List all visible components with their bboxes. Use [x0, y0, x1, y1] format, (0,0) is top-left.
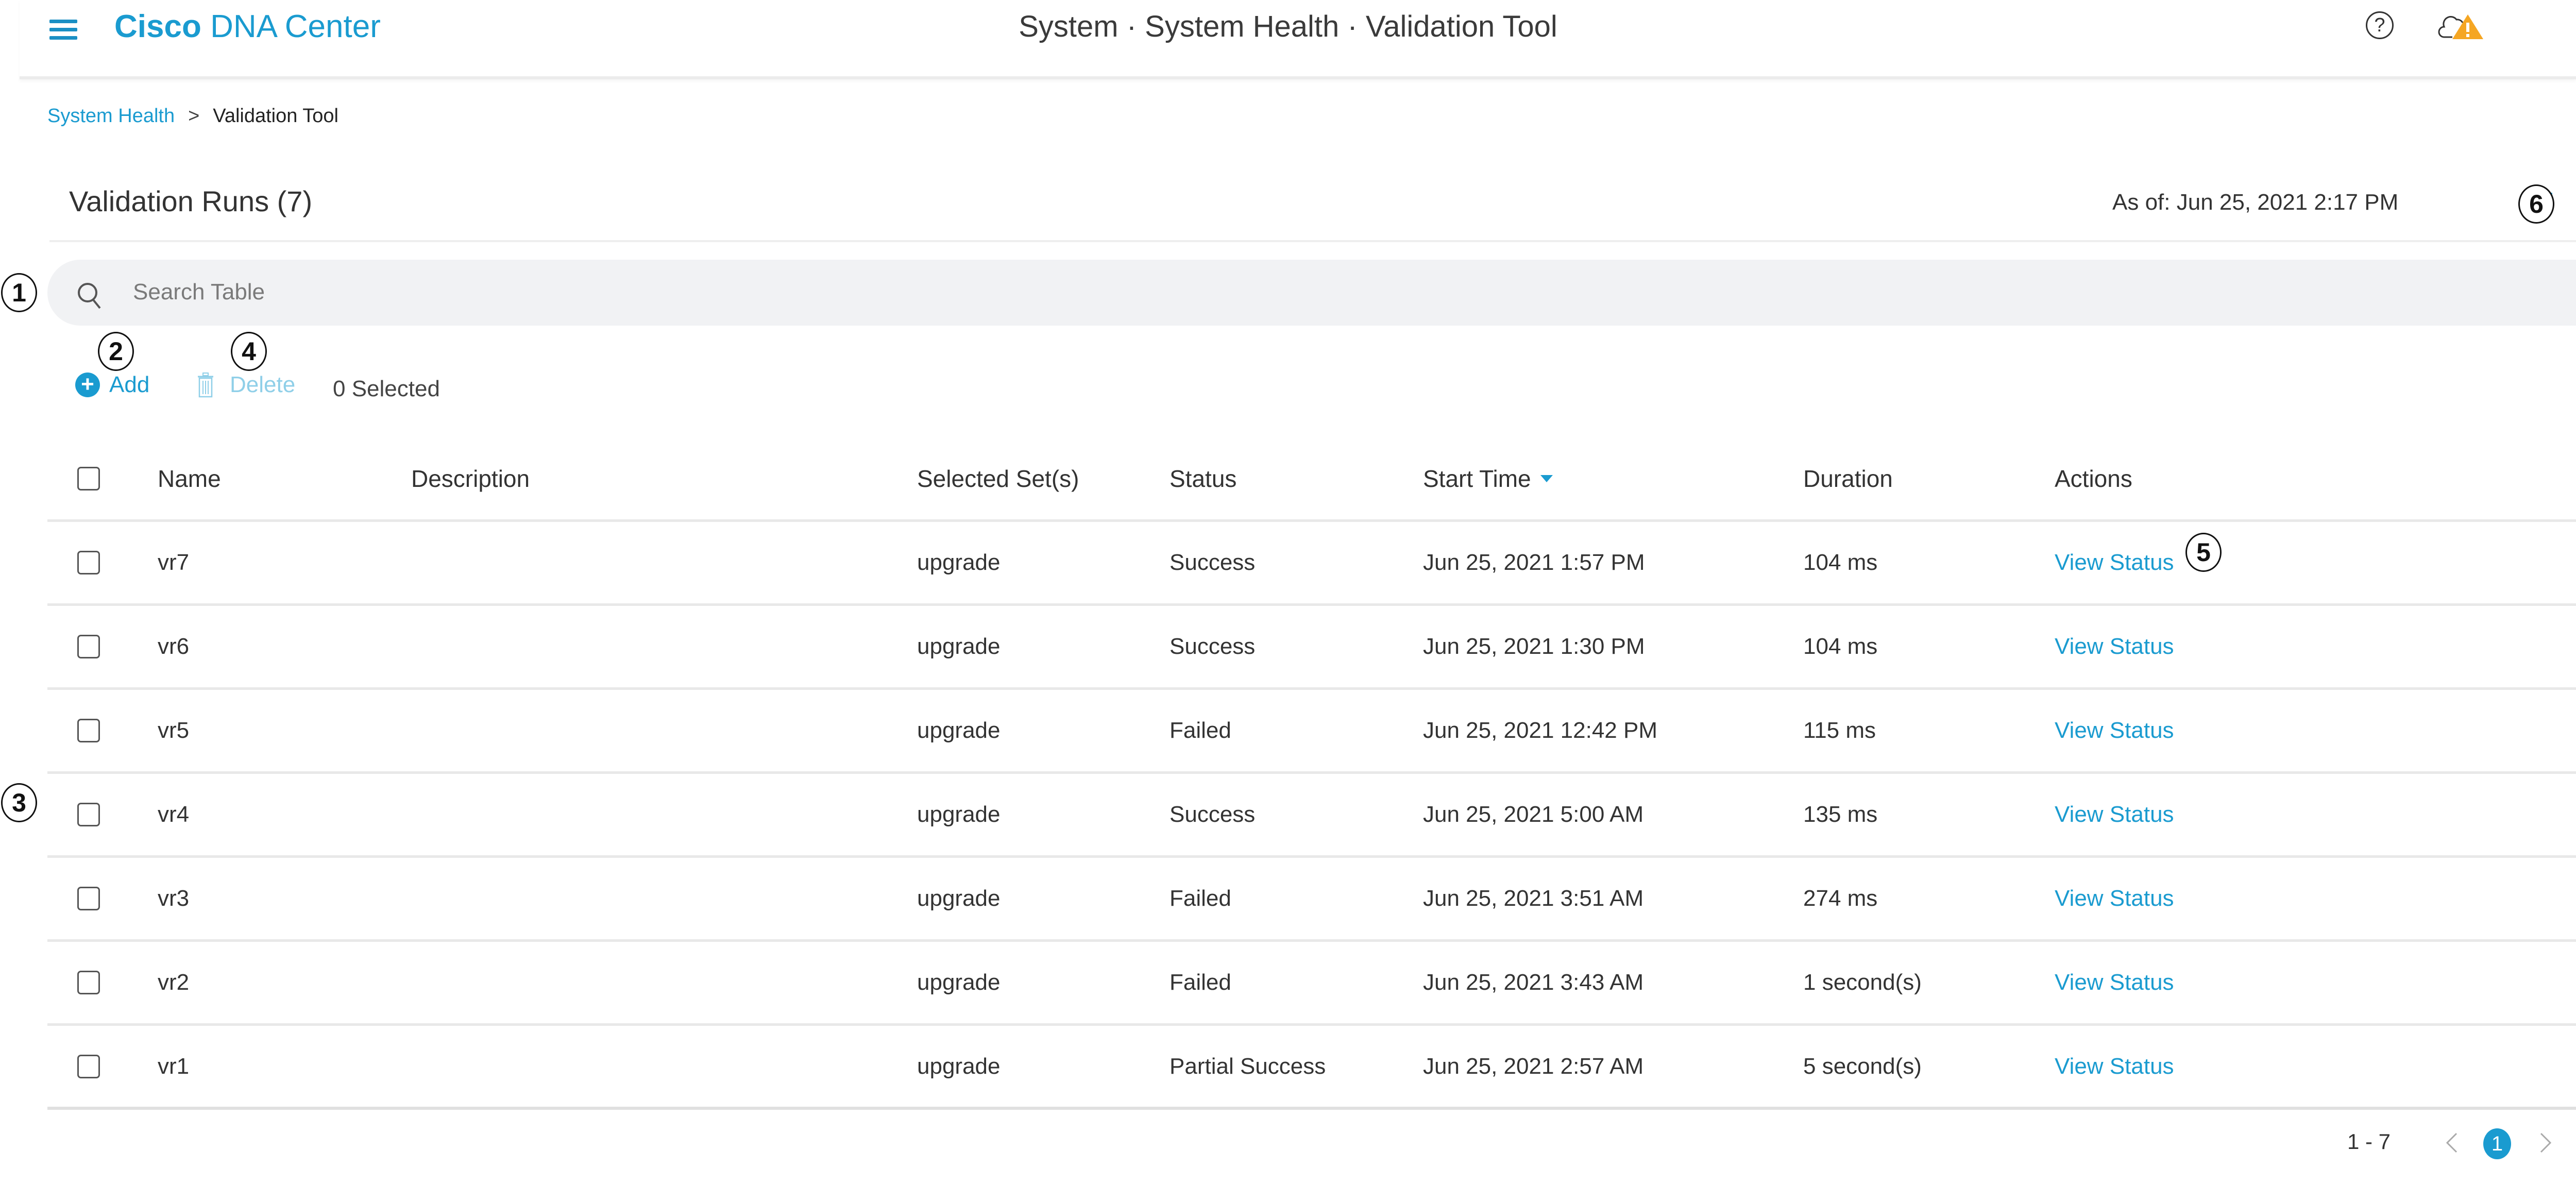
- table-row: vr2 upgrade Failed Jun 25, 2021 3:43 AM …: [47, 942, 2576, 1026]
- row-checkbox[interactable]: [77, 635, 100, 658]
- row-selected-set: upgrade: [917, 718, 1001, 743]
- page-1-button[interactable]: 1: [2483, 1128, 2511, 1159]
- callout-2: 2: [98, 332, 134, 371]
- table-row: vr1 upgrade Partial Success Jun 25, 2021…: [47, 1026, 2576, 1110]
- help-icon[interactable]: ?: [2366, 11, 2394, 39]
- table-header-row: Name Description Selected Set(s) Status …: [47, 438, 2576, 522]
- row-status: Success: [1170, 802, 1256, 827]
- table-row: vr5 upgrade Failed Jun 25, 2021 12:42 PM…: [47, 690, 2576, 774]
- view-status-link[interactable]: View Status: [2055, 690, 2174, 771]
- search-icon: [78, 283, 101, 309]
- row-duration: 104 ms: [1803, 634, 1878, 659]
- column-header-status[interactable]: Status: [1170, 438, 1236, 519]
- search-input[interactable]: [132, 275, 2195, 309]
- row-status: Success: [1170, 634, 1256, 659]
- column-header-description[interactable]: Description: [411, 438, 530, 519]
- trash-icon: [198, 373, 213, 398]
- row-duration: 1 second(s): [1803, 970, 1922, 995]
- row-selected-set: upgrade: [917, 886, 1001, 911]
- pagination-range: 1 - 7: [2347, 1129, 2391, 1154]
- start-time-label: Start Time: [1423, 465, 1531, 492]
- row-start-time: Jun 25, 2021 5:00 AM: [1423, 802, 1644, 827]
- view-status-link[interactable]: View Status: [2055, 774, 2174, 855]
- validation-runs-table: Name Description Selected Set(s) Status …: [47, 438, 2576, 1110]
- select-all-checkbox[interactable]: [77, 467, 100, 490]
- plus-circle-icon: +: [75, 373, 100, 397]
- callout-4: 4: [231, 332, 267, 371]
- row-duration: 274 ms: [1803, 886, 1878, 911]
- callout-6: 6: [2518, 184, 2554, 224]
- row-start-time: Jun 25, 2021 1:30 PM: [1423, 634, 1645, 659]
- column-header-start-time[interactable]: Start Time: [1423, 438, 1553, 519]
- view-status-link[interactable]: View Status: [2055, 858, 2174, 939]
- row-name: vr1: [158, 1054, 190, 1079]
- table-row: vr4 upgrade Success Jun 25, 2021 5:00 AM…: [47, 774, 2576, 858]
- as-of-timestamp: As of: Jun 25, 2021 2:17 PM: [2112, 190, 2399, 215]
- view-status-link[interactable]: View Status: [2055, 942, 2174, 1023]
- row-duration: 5 second(s): [1803, 1054, 1922, 1079]
- page-title: System · System Health · Validation Tool: [1019, 10, 1557, 43]
- row-checkbox[interactable]: [77, 1055, 100, 1078]
- row-start-time: Jun 25, 2021 12:42 PM: [1423, 718, 1657, 743]
- table-row: vr6 upgrade Success Jun 25, 2021 1:30 PM…: [47, 606, 2576, 690]
- row-selected-set: upgrade: [917, 1054, 1001, 1079]
- table-body: vr7 upgrade Success Jun 25, 2021 1:57 PM…: [47, 522, 2576, 1110]
- table-row: vr7 upgrade Success Jun 25, 2021 1:57 PM…: [47, 522, 2576, 606]
- row-name: vr4: [158, 802, 190, 827]
- row-start-time: Jun 25, 2021 2:57 AM: [1423, 1054, 1644, 1079]
- row-selected-set: upgrade: [917, 550, 1001, 575]
- column-header-actions: Actions: [2055, 465, 2132, 492]
- row-name: vr3: [158, 886, 190, 911]
- section-divider: [49, 240, 2576, 242]
- row-start-time: Jun 25, 2021 3:51 AM: [1423, 886, 1644, 911]
- sort-descending-icon[interactable]: [1540, 475, 1553, 482]
- callout-3: 3: [1, 783, 37, 822]
- cloud-warning-icon[interactable]: [2437, 9, 2488, 42]
- row-checkbox[interactable]: [77, 887, 100, 910]
- row-status: Failed: [1170, 970, 1231, 995]
- breadcrumb-system-health-link[interactable]: System Health: [47, 105, 175, 127]
- chevron-left-icon[interactable]: [2444, 1131, 2460, 1154]
- row-status: Failed: [1170, 886, 1231, 911]
- view-status-link[interactable]: View Status: [2055, 606, 2174, 687]
- row-selected-set: upgrade: [917, 634, 1001, 659]
- view-status-link[interactable]: View Status: [2055, 1026, 2174, 1107]
- column-header-selected-sets[interactable]: Selected Set(s): [917, 438, 1079, 519]
- add-label: Add: [109, 372, 150, 397]
- row-checkbox[interactable]: [77, 803, 100, 826]
- delete-button[interactable]: Delete: [197, 372, 295, 398]
- row-status: Failed: [1170, 718, 1231, 743]
- row-duration: 135 ms: [1803, 802, 1878, 827]
- chevron-right-icon[interactable]: [2538, 1131, 2553, 1154]
- section-title: Validation Runs (7): [69, 185, 313, 217]
- add-button[interactable]: + Add: [75, 372, 149, 398]
- column-header-duration[interactable]: Duration: [1803, 438, 1893, 519]
- row-start-time: Jun 25, 2021 1:57 PM: [1423, 550, 1645, 575]
- row-start-time: Jun 25, 2021 3:43 AM: [1423, 970, 1644, 995]
- chevron-right-icon: >: [188, 105, 200, 127]
- row-checkbox[interactable]: [77, 551, 100, 574]
- row-checkbox[interactable]: [77, 719, 100, 742]
- row-name: vr5: [158, 718, 190, 743]
- breadcrumb-current: Validation Tool: [213, 105, 338, 127]
- row-selected-set: upgrade: [917, 970, 1001, 995]
- callout-1: 1: [1, 273, 37, 312]
- row-name: vr6: [158, 634, 190, 659]
- row-status: Partial Success: [1170, 1054, 1326, 1079]
- row-name: vr2: [158, 970, 190, 995]
- row-duration: 115 ms: [1803, 718, 1876, 743]
- row-status: Success: [1170, 550, 1256, 575]
- column-header-name[interactable]: Name: [158, 438, 221, 519]
- view-status-link[interactable]: View Status: [2055, 522, 2174, 603]
- breadcrumb: System Health > Validation Tool: [47, 105, 338, 127]
- selected-count: 0 Selected: [333, 376, 440, 401]
- delete-label: Delete: [230, 372, 296, 397]
- row-duration: 104 ms: [1803, 550, 1878, 575]
- table-row: vr3 upgrade Failed Jun 25, 2021 3:51 AM …: [47, 858, 2576, 942]
- row-selected-set: upgrade: [917, 802, 1001, 827]
- row-checkbox[interactable]: [77, 971, 100, 994]
- row-name: vr7: [158, 550, 190, 575]
